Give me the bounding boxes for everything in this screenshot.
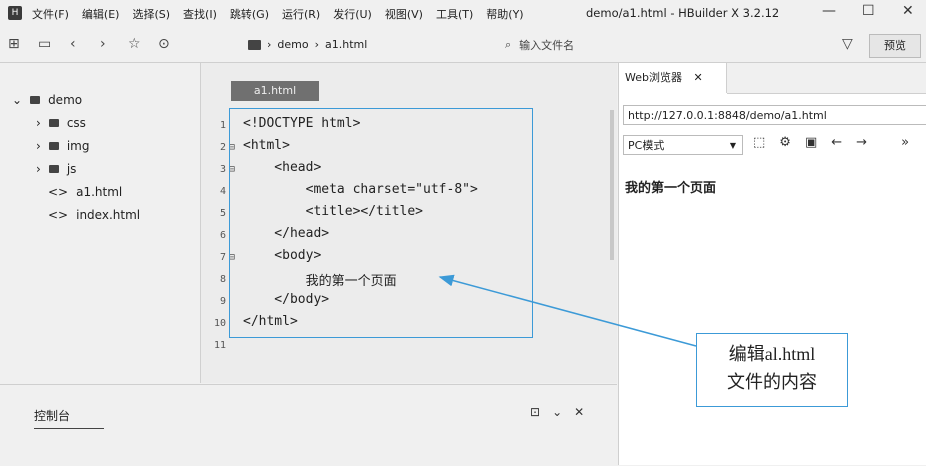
annotation-line-1: 编辑al.html: [728, 344, 816, 364]
annotation-line-2: 文件的内容: [727, 372, 817, 392]
annotation-callout: 编辑al.html 文件的内容: [696, 333, 848, 407]
